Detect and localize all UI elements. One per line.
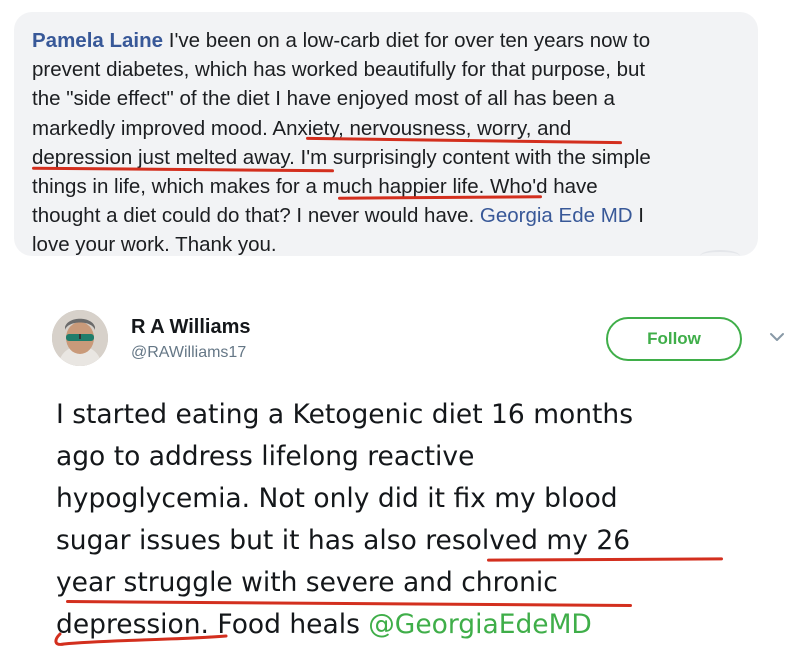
underline-depression-swoosh bbox=[54, 632, 228, 646]
fb-line-8: love your work. Thank you. bbox=[32, 233, 277, 257]
fb-line-2: prevent diabetes, which has worked beaut… bbox=[32, 58, 646, 82]
facebook-comment-text: Pamela Laine I've been on a low-carb die… bbox=[32, 26, 752, 260]
fb-line-3: the "side effect" of the diet I have enj… bbox=[32, 87, 615, 111]
comment-edge-decoration bbox=[700, 250, 740, 262]
comment-mention-link[interactable]: Georgia Ede MD bbox=[480, 204, 633, 227]
tweet-author-name[interactable]: R A Williams bbox=[131, 316, 250, 339]
avatar-photo-icon bbox=[52, 310, 108, 366]
tweet-line-3: hypoglycemia. Not only did it fix my blo… bbox=[56, 483, 618, 514]
tweet-mention-link[interactable]: @GeorgiaEdeMD bbox=[368, 609, 592, 640]
fb-line-7: thought a diet could do that? I never wo… bbox=[32, 204, 644, 228]
tweet-card: R A Williams @RAWilliams17 Follow I star… bbox=[0, 268, 800, 655]
tweet-line-2: ago to address lifelong reactive bbox=[56, 441, 475, 472]
tweet-line-1: I started eating a Ketogenic diet 16 mon… bbox=[56, 399, 634, 430]
fb-line-1: Pamela Laine I've been on a low-carb die… bbox=[32, 29, 651, 52]
tweet-author-handle[interactable]: @RAWilliams17 bbox=[131, 344, 246, 362]
comment-author-link[interactable]: Pamela Laine bbox=[32, 29, 163, 52]
tweet-text: I started eating a Ketogenic diet 16 mon… bbox=[56, 394, 796, 646]
chevron-down-icon[interactable] bbox=[768, 328, 786, 346]
tweet-line-5: year struggle with severe and chronic bbox=[56, 567, 558, 598]
avatar[interactable] bbox=[52, 310, 108, 366]
tweet-line-4: sugar issues but it has also resolved my… bbox=[56, 525, 631, 556]
follow-button[interactable]: Follow bbox=[606, 317, 742, 361]
